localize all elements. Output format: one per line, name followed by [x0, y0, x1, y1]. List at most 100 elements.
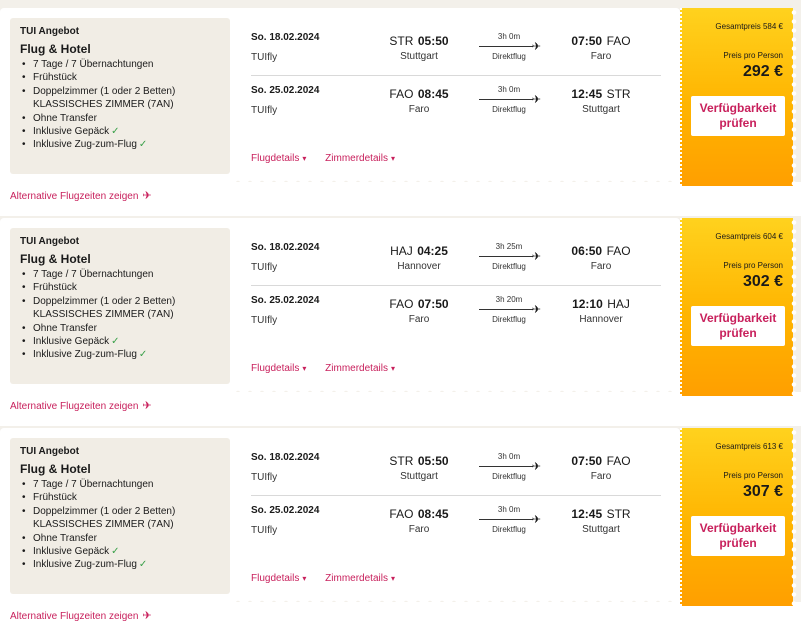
room-details-link[interactable]: Zimmerdetails ▾ [325, 573, 395, 584]
arrival: 06:50 FAO Faro [551, 242, 651, 272]
flight-date: So. 18.02.2024 [251, 242, 320, 253]
feature-item: Doppelzimmer (1 oder 2 Betten) [20, 85, 220, 99]
check-availability-button[interactable]: Verfügbarkeit prüfen [691, 306, 785, 346]
chevron-down-icon: ▾ [302, 154, 307, 163]
check-icon: ✓ [111, 126, 120, 138]
check-icon: ✓ [138, 139, 148, 151]
plane-icon: ✈ [531, 461, 541, 473]
flight-kind: Direktflug [492, 105, 526, 114]
check-availability-button[interactable]: Verfügbarkeit prüfen [691, 96, 785, 136]
detail-links: Flugdetails ▾ Zimmerdetails ▾ [251, 573, 411, 584]
departure-code: HAJ [390, 244, 413, 258]
arrival-code: HAJ [607, 297, 630, 311]
feature-item: Frühstück [20, 71, 220, 85]
chevron-down-icon: ▾ [302, 574, 307, 583]
flight-duration: 3h 0m ✈ Direktflug [479, 452, 541, 481]
check-icon: ✓ [138, 349, 148, 361]
alternative-flights-link[interactable]: Alternative Flugzeiten zeigen ✈ [10, 189, 152, 202]
check-icon: ✓ [111, 336, 120, 348]
check-icon: ✓ [111, 546, 120, 558]
feature-item: KLASSISCHES ZIMMER (7AN) [20, 308, 220, 321]
feature-text: 7 Tage / 7 Übernachtungen [33, 269, 154, 280]
duration-text: 3h 20m [495, 295, 523, 304]
outbound-flight: So. 18.02.2024 TUIfly STR 05:50 Stuttgar… [251, 32, 661, 76]
route-line: ✈ [479, 461, 541, 473]
alternative-flights-label: Alternative Flugzeiten zeigen [10, 611, 139, 622]
airline: TUIfly [251, 525, 278, 536]
departure-time: 08:45 [417, 87, 449, 101]
route-line: ✈ [479, 41, 541, 53]
departure: FAO 07:50 Faro [369, 295, 469, 325]
detail-links: Flugdetails ▾ Zimmerdetails ▾ [251, 363, 411, 374]
alternative-flights-link[interactable]: Alternative Flugzeiten zeigen ✈ [10, 609, 152, 622]
flight-details-link[interactable]: Flugdetails ▾ [251, 363, 306, 374]
feature-text: Inklusive Zug-zum-Flug [33, 559, 137, 571]
feature-text: KLASSISCHES ZIMMER (7AN) [33, 99, 174, 111]
arrival: 12:10 HAJ Hannover [551, 295, 651, 325]
feature-item: Frühstück [20, 281, 220, 295]
alternative-flights-link[interactable]: Alternative Flugzeiten zeigen ✈ [10, 399, 152, 412]
feature-text: Ohne Transfer [33, 112, 97, 124]
departure: FAO 08:45 Faro [369, 85, 469, 115]
feature-text: Doppelzimmer (1 oder 2 Betten) [33, 85, 176, 97]
room-details-link[interactable]: Zimmerdetails ▾ [325, 363, 395, 374]
arrival-code: FAO [606, 244, 631, 258]
feature-text: Inklusive Gepäck [33, 546, 110, 558]
feature-item: Ohne Transfer [20, 532, 220, 546]
leg-divider [251, 75, 661, 76]
flight-details-link[interactable]: Flugdetails ▾ [251, 153, 306, 164]
flight-date: So. 18.02.2024 [251, 32, 320, 43]
feature-text: Ohne Transfer [33, 532, 97, 544]
package-title: Flug & Hotel [20, 42, 91, 56]
feature-text: Inklusive Zug-zum-Flug [33, 139, 137, 151]
feature-text: Inklusive Gepäck [33, 126, 110, 138]
feature-text: Inklusive Gepäck [33, 336, 110, 348]
per-person-price: 302 € [742, 273, 783, 290]
plane-icon: ✈ [531, 94, 541, 106]
feature-text: KLASSISCHES ZIMMER (7AN) [33, 519, 174, 531]
feature-text: KLASSISCHES ZIMMER (7AN) [33, 309, 174, 321]
flight-date: So. 18.02.2024 [251, 452, 320, 463]
departure-city: Stuttgart [400, 471, 438, 482]
flight-details-label: Flugdetails [251, 363, 300, 374]
departure: STR 05:50 Stuttgart [369, 32, 469, 62]
price-box: Gesamtpreis 604 € Preis pro Person 302 €… [680, 218, 797, 396]
flight-duration: 3h 25m ✈ Direktflug [479, 242, 541, 271]
package-info: TUI Angebot Flug & Hotel 7 Tage / 7 Über… [10, 438, 230, 594]
airline: TUIfly [251, 472, 278, 483]
plane-icon: ✈ [142, 400, 152, 412]
room-details-link[interactable]: Zimmerdetails ▾ [325, 153, 395, 164]
feature-item: Inklusive Gepäck✓ [20, 545, 220, 559]
feature-item: 7 Tage / 7 Übernachtungen [20, 478, 220, 492]
arrival-city: Faro [590, 471, 612, 482]
flight-duration: 3h 0m ✈ Direktflug [479, 85, 541, 114]
feature-item: Inklusive Gepäck✓ [20, 125, 220, 139]
airline: TUIfly [251, 262, 278, 273]
feature-text: Doppelzimmer (1 oder 2 Betten) [33, 505, 176, 517]
alternative-flights-label: Alternative Flugzeiten zeigen [10, 191, 139, 202]
feature-item: Doppelzimmer (1 oder 2 Betten) [20, 295, 220, 309]
check-icon: ✓ [138, 559, 148, 571]
outbound-flight: So. 18.02.2024 TUIfly STR 05:50 Stuttgar… [251, 452, 661, 496]
plane-icon: ✈ [531, 304, 541, 316]
offer-card: TUI Angebot Flug & Hotel 7 Tage / 7 Über… [0, 218, 801, 426]
flight-details-link[interactable]: Flugdetails ▾ [251, 573, 306, 584]
route-line: ✈ [479, 304, 541, 316]
flight-date: So. 25.02.2024 [251, 85, 320, 96]
flight-kind: Direktflug [492, 525, 526, 534]
feature-item: Ohne Transfer [20, 322, 220, 336]
feature-item: 7 Tage / 7 Übernachtungen [20, 58, 220, 72]
duration-text: 3h 0m [497, 32, 521, 41]
duration-text: 3h 25m [495, 242, 523, 251]
departure-time: 05:50 [417, 34, 449, 48]
duration-text: 3h 0m [497, 505, 521, 514]
flight-kind: Direktflug [492, 262, 526, 271]
package-title: Flug & Hotel [20, 462, 91, 476]
plane-icon: ✈ [531, 251, 541, 263]
package-title: Flug & Hotel [20, 252, 91, 266]
chevron-down-icon: ▾ [302, 364, 307, 373]
check-availability-button[interactable]: Verfügbarkeit prüfen [691, 516, 785, 556]
departure-city: Faro [408, 314, 430, 325]
feature-text: 7 Tage / 7 Übernachtungen [33, 59, 154, 70]
flight-details-label: Flugdetails [251, 573, 300, 584]
